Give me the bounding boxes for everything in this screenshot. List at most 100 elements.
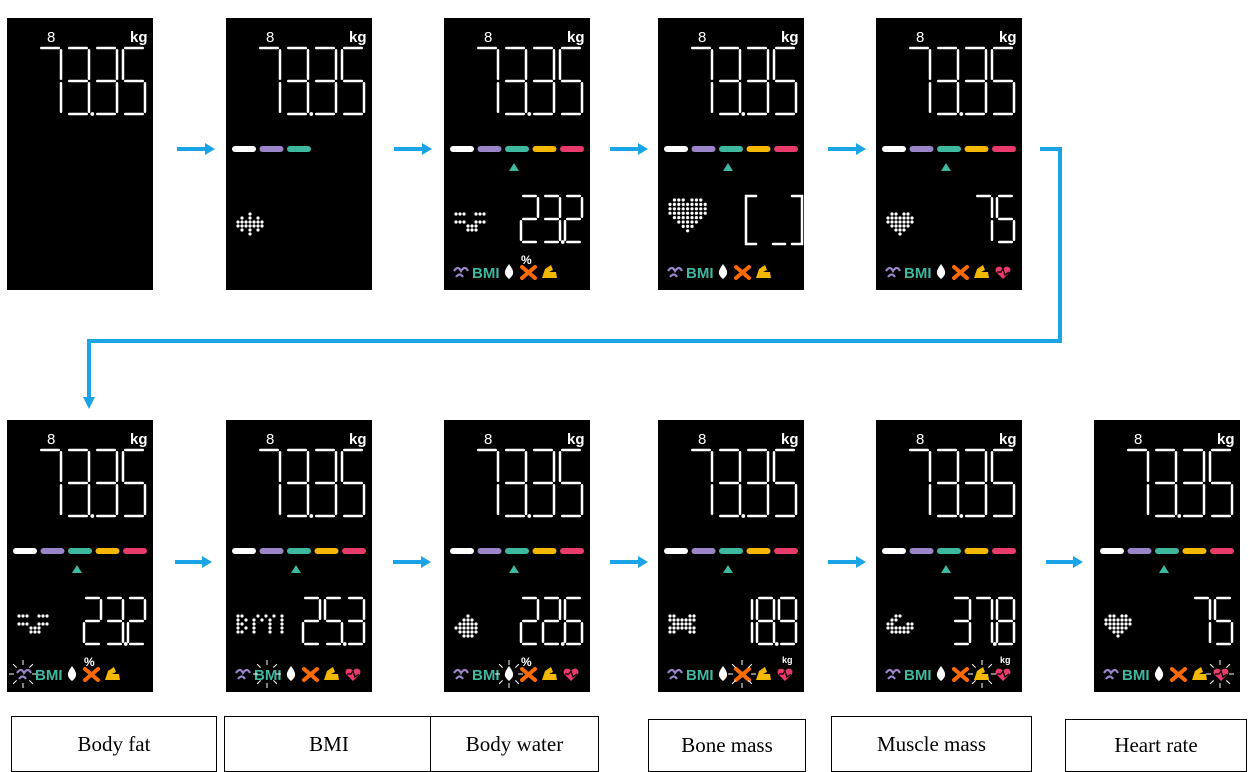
composition-bar-segment [505, 146, 529, 152]
composition-bar-segment [287, 548, 311, 554]
weight-readout [477, 448, 584, 518]
composition-bar-segment [314, 548, 339, 554]
metric-unit: % [84, 655, 95, 669]
flow-arrow [177, 143, 215, 155]
unit-kg: kg [999, 29, 1017, 46]
scale-display-screen: 8 kg kg BMI [658, 420, 804, 692]
highlight-burst-icon [9, 660, 37, 688]
range-pointer [509, 163, 519, 171]
composition-bar-segment [259, 146, 284, 152]
metric-graphic [454, 614, 478, 638]
caption-bmi: BMI [224, 716, 434, 772]
unit-kg: kg [781, 431, 799, 448]
caption-body-water: Body water [430, 716, 599, 772]
composition-bar-segment [691, 146, 716, 152]
flow-arrow [828, 556, 866, 568]
weight-readout [909, 448, 1016, 518]
svg-text:BMI: BMI [904, 265, 932, 282]
composition-bar-segment [937, 548, 961, 554]
svg-text:BMI: BMI [254, 667, 282, 684]
metric-value [1194, 596, 1234, 646]
svg-text:BMI: BMI [472, 667, 500, 684]
composition-bar-segment [746, 548, 771, 554]
weight-readout [691, 46, 798, 116]
user-indicator: 8 [1134, 431, 1142, 448]
metric-unit: % [521, 655, 532, 669]
metric-value [519, 194, 584, 244]
caption-body-fat: Body fat [11, 716, 217, 772]
range-pointer [941, 565, 951, 573]
composition-bar [882, 548, 1016, 554]
composition-bar-segment [13, 548, 37, 554]
composition-bar-segment [505, 548, 529, 554]
composition-bar-segment [1155, 548, 1179, 554]
flow-arrow [610, 143, 648, 155]
metric-value [82, 596, 147, 646]
composition-bar [232, 548, 366, 554]
metric-value [744, 194, 804, 246]
user-indicator: 8 [47, 29, 55, 46]
flow-arrows [83, 143, 1083, 568]
weight-readout [40, 448, 147, 518]
scale-display-screen: 8 kg [226, 18, 372, 290]
metric-value [976, 194, 1016, 244]
composition-bar-segment [992, 146, 1016, 152]
scale-display-screen: 8 kg kg BMI [876, 420, 1022, 692]
unit-kg: kg [567, 431, 585, 448]
composition-bar-segment [882, 146, 906, 152]
composition-bar-segment [287, 146, 311, 152]
range-pointer [72, 565, 82, 573]
flow-arrow [175, 556, 212, 568]
caption-bone-mass: Bone mass [648, 719, 806, 772]
scale-display-screen: 8 kg BMI [1094, 420, 1240, 692]
weight-readout [477, 46, 584, 116]
weight-readout [1127, 448, 1234, 518]
composition-bar-segment [719, 146, 743, 152]
unit-kg: kg [130, 431, 148, 448]
unit-kg: kg [999, 431, 1017, 448]
composition-bar-segment [909, 548, 934, 554]
unit-kg: kg [567, 29, 585, 46]
caption-muscle-mass: Muscle mass [831, 716, 1032, 772]
composition-bar-segment [342, 548, 366, 554]
range-pointer [509, 565, 519, 573]
composition-bar-segment [1127, 548, 1152, 554]
range-pointer [291, 565, 301, 573]
range-pointer [941, 163, 951, 171]
user-indicator: 8 [916, 29, 924, 46]
metric-unit: kg [782, 655, 793, 665]
metric-graphic [668, 198, 707, 233]
user-indicator: 8 [698, 431, 706, 448]
svg-text:BMI: BMI [686, 667, 714, 684]
composition-bar-segment [774, 548, 798, 554]
unit-kg: kg [349, 431, 367, 448]
metric-graphic [236, 614, 284, 634]
unit-kg: kg [781, 29, 799, 46]
composition-bar-segment [477, 548, 502, 554]
flow-arrow [394, 143, 432, 155]
weight-readout [909, 46, 1016, 116]
composition-bar-segment [232, 146, 256, 152]
composition-bar [1100, 548, 1234, 554]
composition-bar-segment [774, 146, 798, 152]
metric-graphic [454, 212, 486, 232]
metric-value [954, 596, 1016, 646]
composition-bar-segment [560, 548, 584, 554]
flow-arrow [1046, 556, 1083, 568]
user-indicator: 8 [484, 431, 492, 448]
composition-bar-segment [664, 146, 688, 152]
composition-bar-segment [40, 548, 65, 554]
metric-value [519, 596, 584, 646]
composition-bar-segment [259, 548, 284, 554]
composition-bar-segment [450, 146, 474, 152]
user-indicator: 8 [47, 431, 55, 448]
user-indicator: 8 [916, 431, 924, 448]
composition-bar-segment [532, 146, 557, 152]
composition-bar-segment [882, 548, 906, 554]
composition-bar-segment [909, 146, 934, 152]
metric-graphic [668, 614, 696, 634]
unit-kg: kg [130, 29, 148, 46]
scale-display-screen: 8 kg [7, 18, 153, 290]
scale-display-screen: 8 kg BMI [876, 18, 1022, 290]
unit-kg: kg [349, 29, 367, 46]
